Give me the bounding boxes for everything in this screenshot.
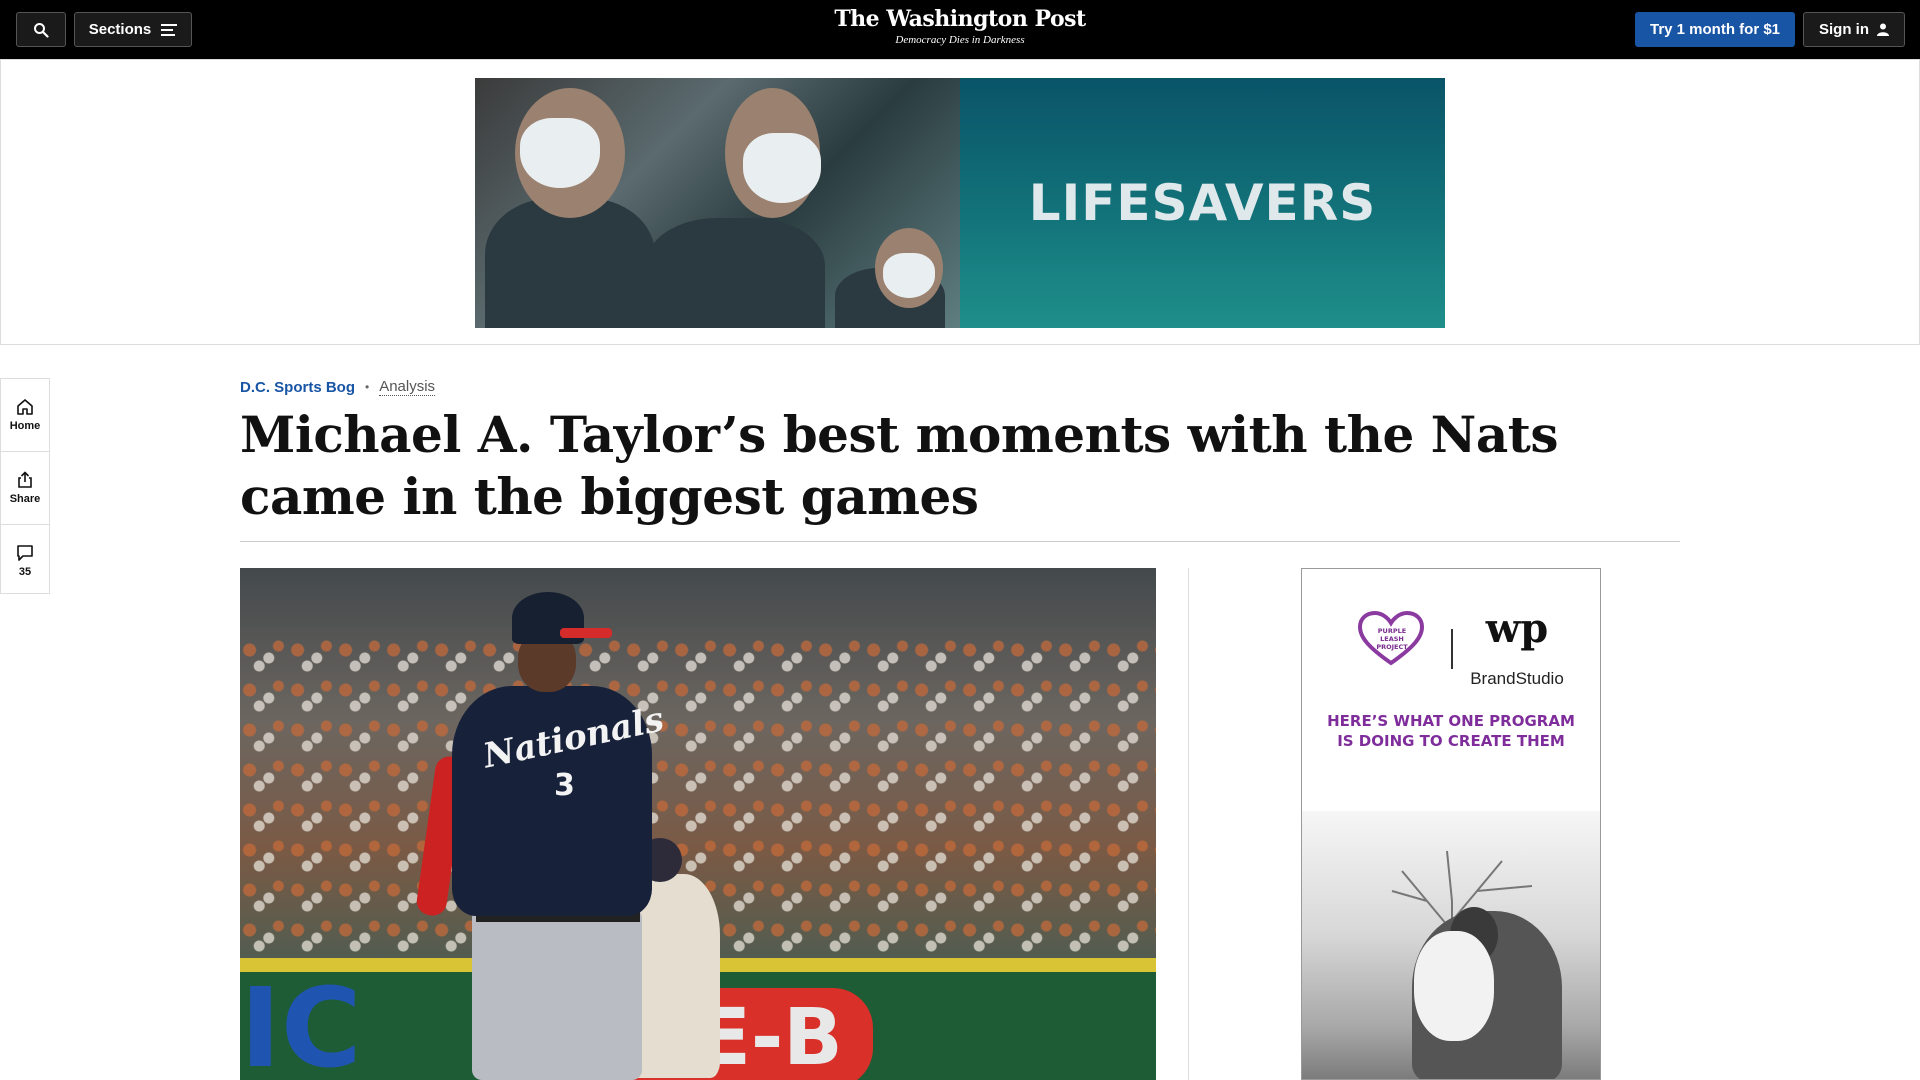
photo-helmet-brim bbox=[560, 628, 612, 638]
user-icon bbox=[1877, 23, 1889, 36]
logo-separator bbox=[1451, 629, 1453, 669]
analysis-label[interactable]: Analysis bbox=[379, 378, 436, 396]
kicker-separator: • bbox=[365, 380, 370, 394]
sidebar-ad-photo bbox=[1302, 811, 1600, 1079]
sidebar-ad[interactable]: PURPLE LEASH PROJECT wp BrandStudio HERE… bbox=[1301, 568, 1601, 1080]
partner-logo-text: PURPLE LEASH PROJECT bbox=[1376, 627, 1408, 651]
rail-comments-button[interactable]: 35 bbox=[1, 525, 49, 597]
rail-share-button[interactable]: Share bbox=[1, 452, 49, 525]
column-divider bbox=[1188, 568, 1189, 1080]
logo-name: The Washington Post bbox=[834, 6, 1086, 32]
subscribe-button[interactable]: Try 1 month for $1 bbox=[1635, 12, 1795, 47]
lead-photo[interactable]: IC H-E-B Nationals 3 bbox=[240, 568, 1156, 1080]
comment-icon bbox=[17, 545, 33, 561]
search-button[interactable] bbox=[16, 12, 66, 47]
photo-jersey-number: 3 bbox=[554, 768, 575, 803]
headline-divider bbox=[240, 541, 1680, 542]
logo-tagline: Democracy Dies in Darkness bbox=[895, 34, 1025, 46]
left-action-rail: Home Share 35 bbox=[0, 378, 50, 594]
rail-home-label: Home bbox=[9, 420, 41, 432]
article-headline: Michael A. Taylor’s best moments with th… bbox=[240, 405, 1559, 526]
rail-comments-count: 35 bbox=[18, 566, 32, 578]
home-icon bbox=[17, 399, 33, 415]
top-nav-bar: Sections The Washington Post Democracy D… bbox=[0, 0, 1920, 59]
banner-ad-panel: LIFESAVERS bbox=[960, 78, 1445, 328]
article-kicker: D.C. Sports Bog • Analysis bbox=[240, 378, 436, 396]
sign-in-label: Sign in bbox=[1819, 21, 1869, 38]
brand-studio-label: BrandStudio bbox=[1470, 669, 1564, 688]
search-icon bbox=[34, 22, 49, 38]
banner-ad-photo bbox=[475, 78, 960, 328]
banner-ad-headline: LIFESAVERS bbox=[1028, 174, 1377, 232]
sections-button[interactable]: Sections bbox=[74, 12, 192, 47]
wp-logo: wp bbox=[1485, 605, 1549, 652]
photo-player-pants bbox=[472, 908, 642, 1080]
rail-share-label: Share bbox=[9, 493, 41, 505]
sidebar-ad-headline: HERE’S WHAT ONE PROGRAM IS DOING TO CREA… bbox=[1327, 712, 1575, 750]
ad-dog bbox=[1414, 931, 1494, 1041]
sign-in-button[interactable]: Sign in bbox=[1803, 12, 1905, 47]
site-logo[interactable]: The Washington Post Democracy Dies in Da… bbox=[760, 6, 1160, 47]
section-link[interactable]: D.C. Sports Bog bbox=[240, 379, 355, 396]
banner-ad[interactable]: LIFESAVERS bbox=[475, 78, 1445, 328]
menu-icon bbox=[161, 23, 178, 36]
sections-label: Sections bbox=[88, 21, 152, 38]
share-icon bbox=[18, 471, 32, 488]
photo-fence-graphic: IC bbox=[240, 964, 362, 1080]
rail-home-button[interactable]: Home bbox=[1, 379, 49, 452]
